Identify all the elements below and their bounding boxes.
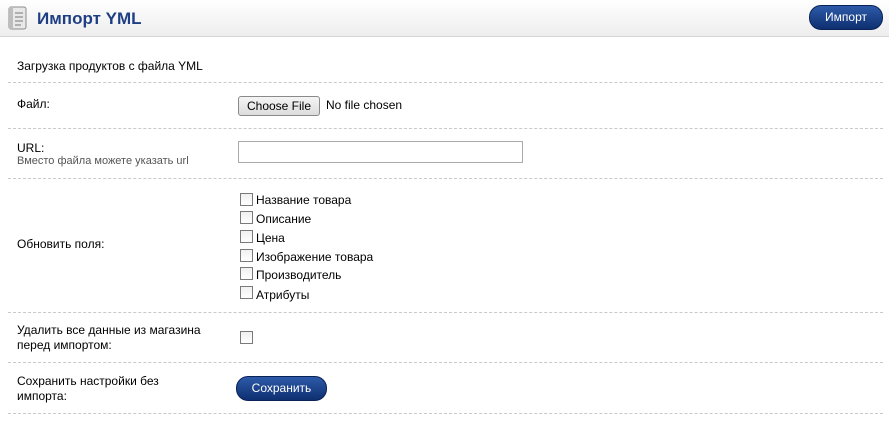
file-label: Файл:: [17, 97, 50, 111]
checkbox-manufacturer[interactable]: [240, 267, 253, 280]
page-header: Импорт YML Импорт: [0, 0, 889, 37]
choose-file-button[interactable]: Choose File: [238, 96, 320, 116]
save-settings-row: Сохранить настройки без импорта:: [8, 363, 883, 414]
checkbox-product-image-label: Изображение товара: [256, 250, 374, 264]
url-input[interactable]: [238, 141, 523, 163]
save-button[interactable]: Сохранить: [236, 376, 327, 401]
file-row: Файл:: [8, 83, 883, 129]
checkbox-product-image[interactable]: [240, 249, 253, 262]
checkbox-attributes-label: Атрибуты: [256, 288, 310, 302]
checkbox-manufacturer-label: Производитель: [256, 268, 342, 282]
delete-all-label-line1: Удалить все данные из магазина: [17, 323, 201, 337]
delete-all-row: Удалить все данные из магазина перед имп…: [8, 313, 883, 363]
update-fields-row: Обновить поля:: [8, 179, 883, 313]
url-hint: Вместо файла можете указать url: [17, 155, 189, 167]
document-icon: [8, 6, 27, 30]
delete-all-label-line2: перед импортом:: [17, 338, 112, 352]
checkbox-price-label: Цена: [256, 231, 285, 245]
intro-text: Загрузка продуктов с файла YML: [17, 59, 203, 73]
file-status: No file chosen: [326, 98, 403, 112]
page-title: Импорт YML: [37, 9, 142, 28]
checkbox-price[interactable]: [240, 230, 253, 243]
update-fields-label: Обновить поля:: [17, 237, 105, 251]
checkbox-description[interactable]: [240, 211, 253, 224]
checkbox-description-label: Описание: [256, 212, 312, 226]
import-button[interactable]: Импорт: [809, 5, 883, 30]
checkbox-attributes[interactable]: [240, 286, 253, 299]
delete-all-checkbox[interactable]: [240, 331, 253, 344]
intro-row: Загрузка продуктов с файла YML: [8, 37, 883, 83]
save-settings-label-line1: Сохранить настройки без: [17, 374, 159, 388]
checkbox-product-name-label: Название товара: [256, 193, 352, 207]
checkbox-product-name[interactable]: [240, 193, 253, 206]
save-settings-label-line2: импорта:: [17, 389, 67, 403]
